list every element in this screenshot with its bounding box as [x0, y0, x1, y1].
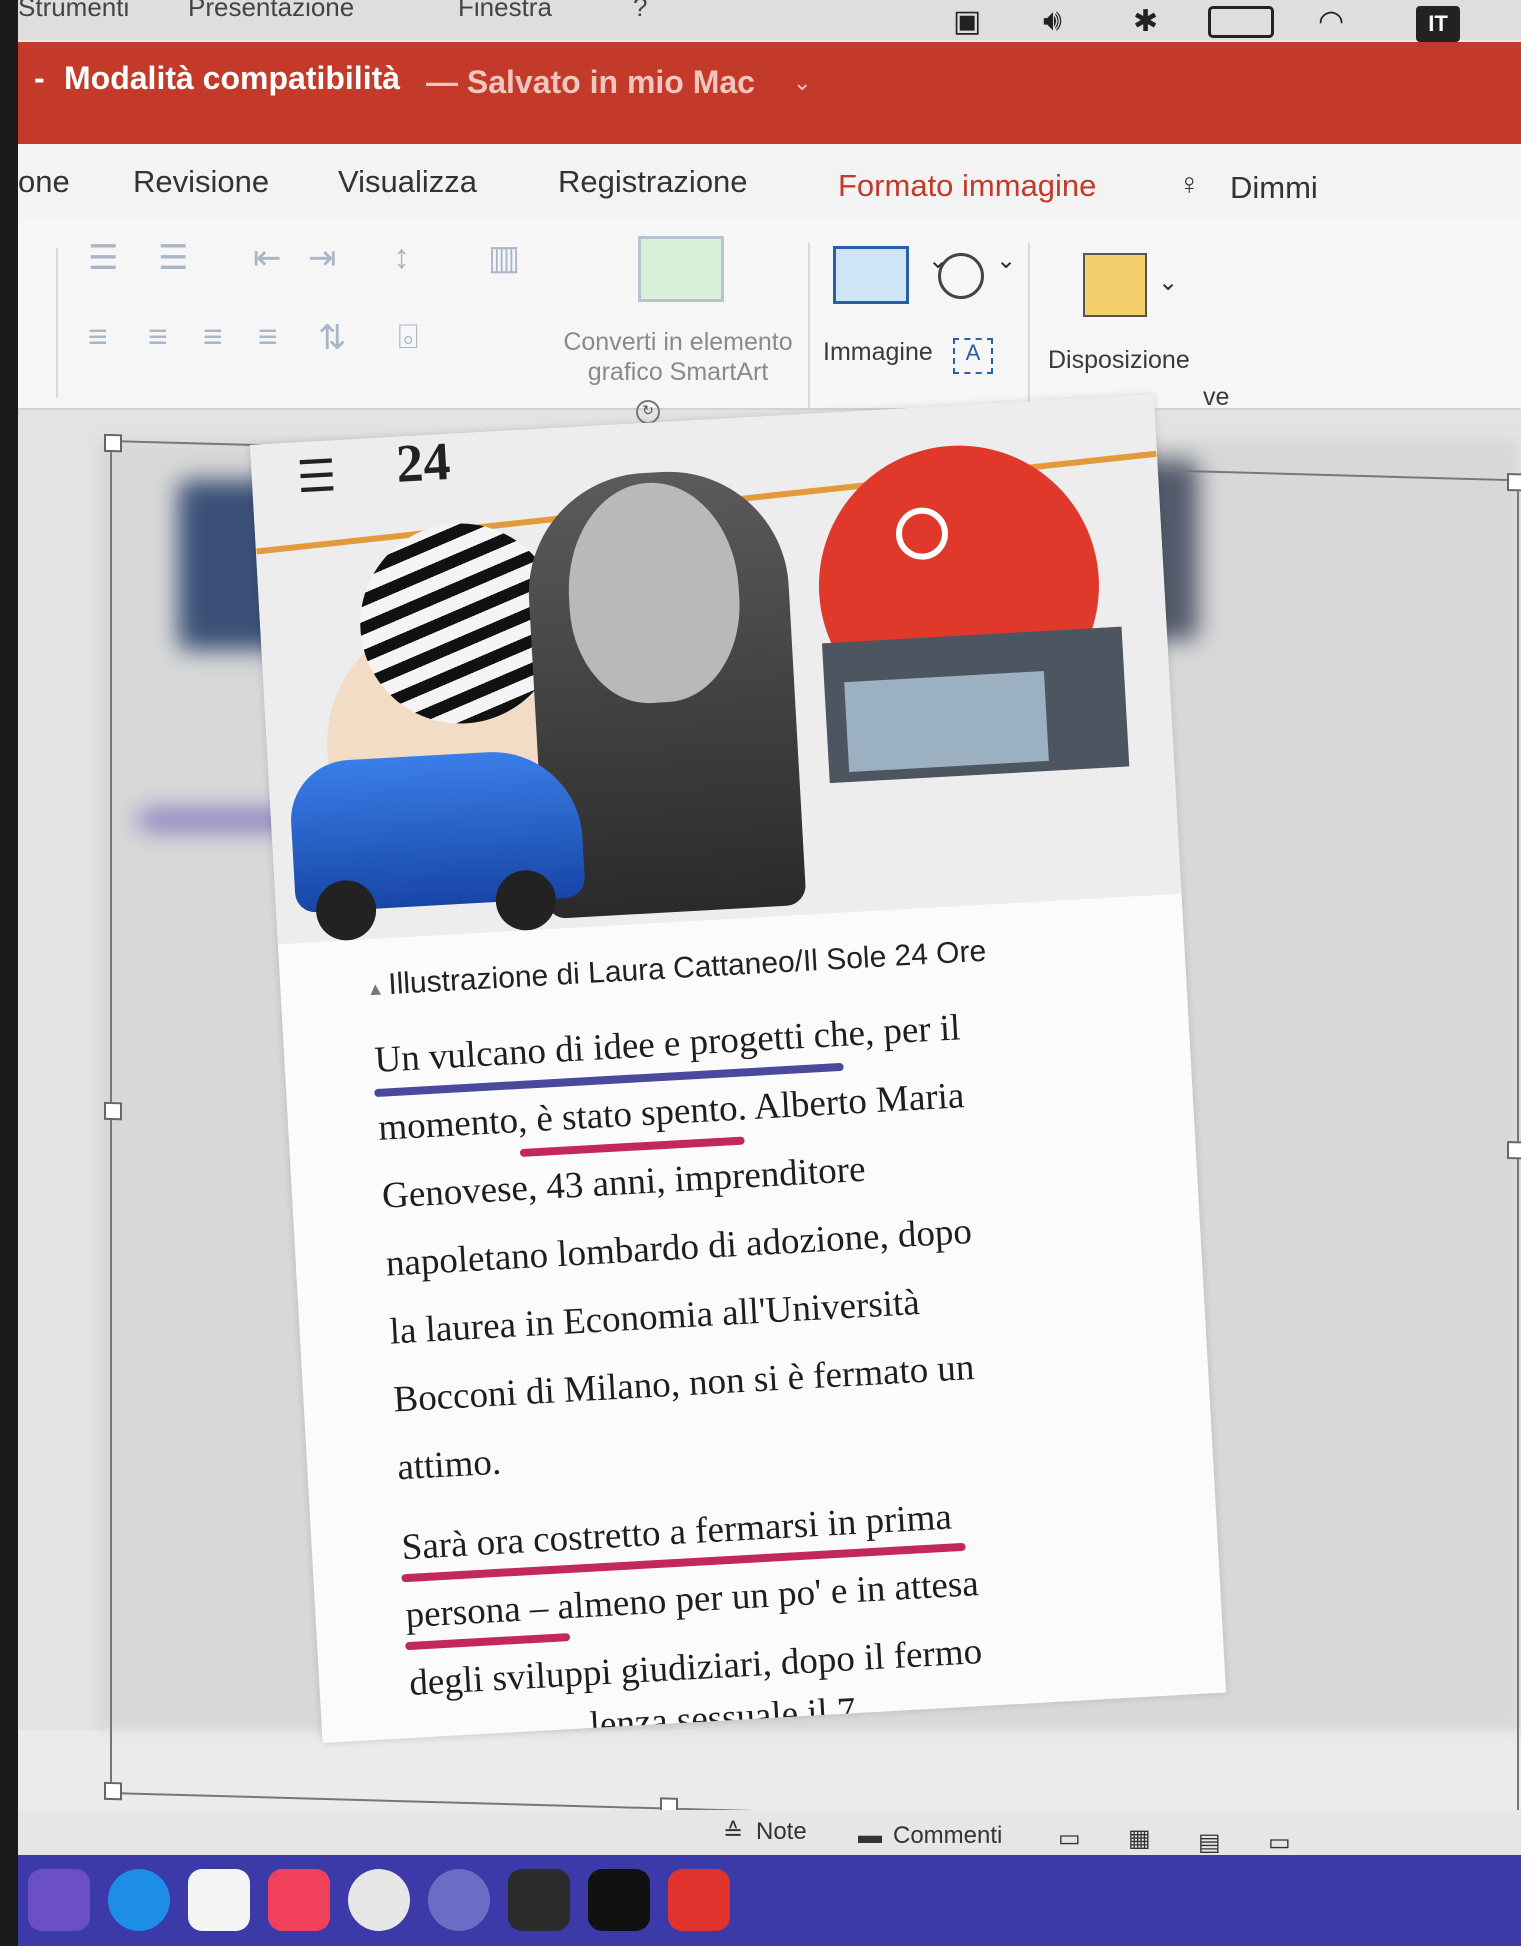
dock-app-icon[interactable] — [668, 1869, 730, 1931]
arrange-icon[interactable] — [1083, 253, 1147, 317]
menu-strumenti[interactable]: Strumenti — [18, 0, 129, 23]
article-line: la laurea in Economia all'Università — [388, 1281, 921, 1353]
tab-animazione[interactable]: one — [18, 164, 70, 200]
convert-smartart-label-1[interactable]: Converti in elemento — [558, 328, 798, 357]
dock-app-icon[interactable] — [508, 1869, 570, 1931]
battery-icon[interactable] — [1208, 6, 1274, 38]
article-line: Genovese, 43 anni, imprenditore — [381, 1148, 867, 1217]
decrease-indent-icon[interactable]: ⇤ — [253, 238, 282, 278]
text-box-icon[interactable]: A — [953, 338, 993, 374]
dealership-windows — [844, 671, 1049, 773]
notes-icon[interactable]: ≙ — [723, 1818, 743, 1847]
line-spacing-icon[interactable]: ↕ — [393, 238, 410, 277]
article-line: Un vulcano di idee e progetti che, per i… — [373, 1007, 962, 1081]
photos-icon[interactable] — [188, 1869, 250, 1931]
columns-icon[interactable]: ▥ — [488, 238, 520, 278]
skype-icon[interactable] — [108, 1869, 170, 1931]
align-text-icon[interactable]: ⌻ — [398, 318, 418, 357]
ribbon-separator — [808, 243, 810, 408]
ribbon-tabs: one Revisione Visualizza Registrazione F… — [18, 144, 1521, 218]
menu-help[interactable]: ? — [633, 0, 647, 23]
chevron-down-icon[interactable]: ⌄ — [793, 70, 811, 96]
menu-presentazione[interactable]: Presentazione — [188, 0, 354, 23]
resize-handle[interactable] — [1507, 473, 1521, 492]
align-right-icon[interactable]: ≡ — [203, 318, 223, 357]
bullet-list-icon[interactable]: ☰ — [88, 238, 118, 278]
masthead-logo: 24 — [394, 430, 452, 494]
input-language-badge[interactable]: IT — [1416, 6, 1460, 42]
screen: Strumenti Presentazione Finestra ? ▣ 🔊︎ … — [18, 0, 1521, 1946]
resize-handle[interactable] — [104, 1781, 122, 1801]
menu-bar: Strumenti Presentazione Finestra ? ▣ 🔊︎ … — [18, 0, 1521, 42]
reading-view-icon[interactable]: ▤ — [1198, 1828, 1221, 1857]
dock — [18, 1855, 1521, 1946]
smartart-icon[interactable] — [638, 236, 724, 302]
article-illustration: ☰ 24 — [250, 394, 1182, 945]
arrange-label[interactable]: Disposizione — [1048, 346, 1190, 375]
saved-location-label[interactable]: — Salvato in mio Mac — [426, 64, 755, 101]
numbered-list-icon[interactable]: ☰ — [158, 238, 188, 278]
compatibility-mode-title: Modalità compatibilità — [64, 60, 401, 96]
increase-indent-icon[interactable]: ⇥ — [308, 238, 337, 278]
podcast-icon[interactable] — [428, 1869, 490, 1931]
resize-handle[interactable] — [1507, 1141, 1521, 1160]
slideshow-icon[interactable]: ▭ — [1268, 1828, 1291, 1857]
chevron-down-icon[interactable]: ⌄ — [1158, 268, 1178, 297]
article-screenshot: ☰ 24 ▲ Illustrazione di Laura Cattaneo/I… — [250, 394, 1227, 1743]
align-left-icon[interactable]: ≡ — [88, 318, 108, 357]
shapes-icon[interactable] — [938, 253, 984, 299]
truncated-ribbon-label[interactable]: ve — [1203, 383, 1229, 412]
chevron-down-icon[interactable]: ⌄ — [996, 246, 1016, 275]
align-center-icon[interactable]: ≡ — [148, 318, 168, 357]
music-icon[interactable] — [268, 1869, 330, 1931]
notes-button[interactable]: Note — [756, 1818, 807, 1846]
comments-icon[interactable]: ▬ — [858, 1822, 882, 1850]
menu-finestra[interactable]: Finestra — [458, 0, 552, 23]
tab-visualizza[interactable]: Visualizza — [338, 164, 477, 200]
picture-icon[interactable] — [833, 246, 909, 304]
ribbon: ☰ ☰ ⇤ ⇥ ↕ ▥ ≡ ≡ ≡ ≡ ⇅ ⌻ Converti in elem… — [18, 218, 1521, 412]
tab-dimmi[interactable]: Dimmi — [1230, 170, 1318, 206]
convert-smartart-label-2[interactable]: grafico SmartArt — [558, 358, 798, 387]
rotate-handle-icon[interactable]: ↻ — [636, 400, 660, 424]
bluetooth-icon[interactable]: ✱ — [1133, 4, 1158, 39]
tab-registrazione[interactable]: Registrazione — [558, 164, 748, 200]
dock-app-icon[interactable] — [28, 1869, 90, 1931]
chrome-icon[interactable] — [348, 1869, 410, 1931]
wifi-icon[interactable]: ◠ — [1318, 4, 1344, 39]
screen-record-icon[interactable]: ▣ — [953, 4, 981, 39]
window-title-bar: - Modalità compatibilità — Salvato in mi… — [18, 42, 1521, 144]
resize-handle[interactable] — [104, 1101, 122, 1121]
tab-revisione[interactable]: Revisione — [133, 164, 269, 200]
article-line: attimo. — [396, 1441, 503, 1489]
caption-triangle-icon: ▲ — [366, 978, 385, 1000]
text-direction-icon[interactable]: ⇅ — [318, 318, 347, 358]
article-line: Bocconi di Milano, non si è fermato un — [392, 1347, 976, 1421]
slide-sorter-icon[interactable]: ▦ — [1128, 1824, 1151, 1853]
resize-handle[interactable] — [104, 433, 122, 453]
article-line: napoletano lombardo di adozione, dopo — [384, 1210, 973, 1285]
image-caption: Illustrazione di Laura Cattaneo/Il Sole … — [387, 934, 988, 1002]
comments-button[interactable]: Commenti — [893, 1822, 1002, 1850]
dock-app-icon[interactable] — [588, 1869, 650, 1931]
normal-view-icon[interactable]: ▭ — [1058, 1824, 1081, 1853]
ribbon-separator — [56, 248, 58, 398]
insert-image-label[interactable]: Immagine — [823, 338, 933, 367]
ribbon-separator — [1028, 243, 1030, 408]
tab-formato-immagine[interactable]: Formato immagine — [838, 168, 1096, 204]
hamburger-menu-icon: ☰ — [295, 451, 338, 503]
lightbulb-icon[interactable]: ♀ — [1178, 168, 1201, 202]
title-prefix: - — [34, 60, 45, 96]
volume-icon[interactable]: 🔊︎ — [1043, 4, 1062, 38]
justify-icon[interactable]: ≡ — [258, 318, 278, 357]
